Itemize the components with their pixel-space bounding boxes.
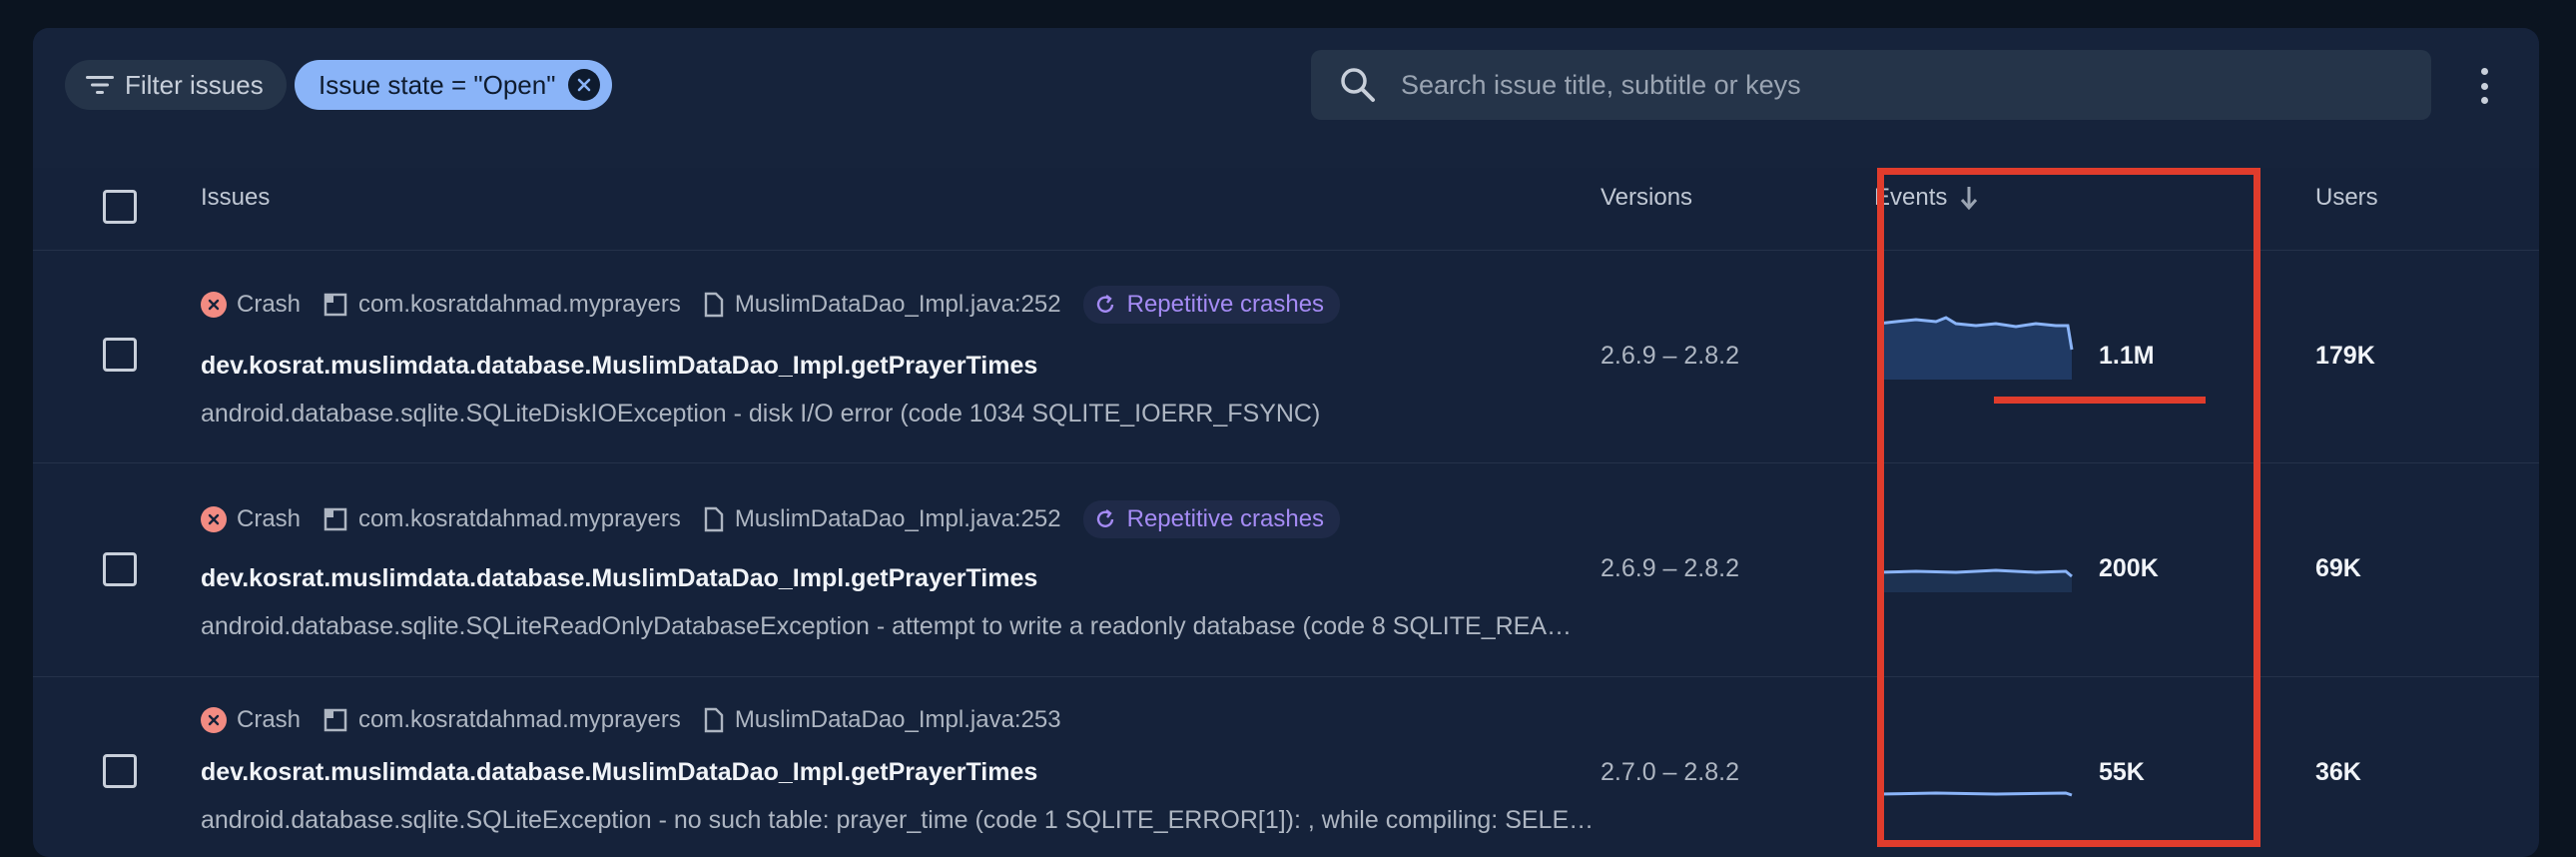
crash-icon [201,707,227,733]
chip-label: Issue state = "Open" [319,69,556,100]
issue-type: Crash [237,291,302,318]
crash-icon [201,506,227,532]
issue-subtitle: android.database.sqlite.SQLiteReadOnlyDa… [201,612,1572,640]
issue-versions: 2.6.9 – 2.8.2 [1601,554,1740,582]
issue-meta: Crash com.kosratdahmad.myprayers MuslimD… [201,706,1083,734]
issue-versions: 2.6.9 – 2.8.2 [1601,342,1740,370]
users-count: 69K [2315,554,2361,582]
filter-issues-label: Filter issues [125,69,264,100]
issue-title[interactable]: dev.kosrat.muslimdata.database.MuslimDat… [201,564,1037,593]
file-icon [704,707,724,733]
row-checkbox[interactable] [103,552,137,586]
crash-icon [201,292,227,318]
issue-state-filter-chip[interactable]: Issue state = "Open" [295,60,612,110]
issue-title[interactable]: dev.kosrat.muslimdata.database.MuslimDat… [201,758,1037,787]
package-name: com.kosratdahmad.myprayers [358,505,681,532]
filter-icon [86,76,114,94]
app-icon [323,507,347,531]
search-input[interactable] [1399,68,2301,102]
search-box[interactable] [1311,50,2431,120]
column-versions[interactable]: Versions [1601,184,1692,212]
issue-type: Crash [237,706,302,733]
column-issues[interactable]: Issues [201,184,270,212]
users-count: 179K [2315,342,2375,370]
filter-issues-button[interactable]: Filter issues [65,60,287,110]
row-checkbox[interactable] [103,754,137,788]
select-all-checkbox[interactable] [103,190,137,224]
column-users[interactable]: Users [2315,184,2378,212]
file-location: MuslimDataDao_Impl.java:252 [734,505,1061,532]
remove-filter-icon[interactable] [568,69,600,101]
file-location: MuslimDataDao_Impl.java:253 [734,706,1061,733]
repetitive-crashes-badge: Repetitive crashes [1082,500,1341,538]
issue-title[interactable]: dev.kosrat.muslimdata.database.MuslimDat… [201,352,1037,381]
search-icon [1341,68,1375,102]
app-icon [323,293,347,317]
issue-subtitle: android.database.sqlite.SQLiteException … [201,806,1595,834]
file-icon [704,292,724,318]
repeat-icon [1096,295,1113,313]
badge-label: Repetitive crashes [1126,291,1325,318]
issue-subtitle: android.database.sqlite.SQLiteDiskIOExce… [201,400,1321,428]
repetitive-crashes-badge: Repetitive crashes [1082,286,1341,324]
issue-versions: 2.7.0 – 2.8.2 [1601,758,1740,786]
row-checkbox[interactable] [103,338,137,372]
events-highlight-annotation [1877,168,2260,847]
issue-meta: Crash com.kosratdahmad.myprayers MuslimD… [201,286,1341,324]
file-location: MuslimDataDao_Impl.java:252 [734,291,1061,318]
file-icon [704,506,724,532]
more-options-icon[interactable] [2469,64,2499,108]
repeat-icon [1096,509,1113,527]
issue-type: Crash [237,505,302,532]
badge-label: Repetitive crashes [1126,505,1325,532]
package-name: com.kosratdahmad.myprayers [358,706,681,733]
events-underline-annotation [1994,397,2206,404]
app-icon [323,708,347,732]
package-name: com.kosratdahmad.myprayers [358,291,681,318]
users-count: 36K [2315,758,2361,786]
issue-meta: Crash com.kosratdahmad.myprayers MuslimD… [201,500,1341,538]
issues-panel: Filter issues Issue state = "Open" Issue… [33,28,2539,857]
